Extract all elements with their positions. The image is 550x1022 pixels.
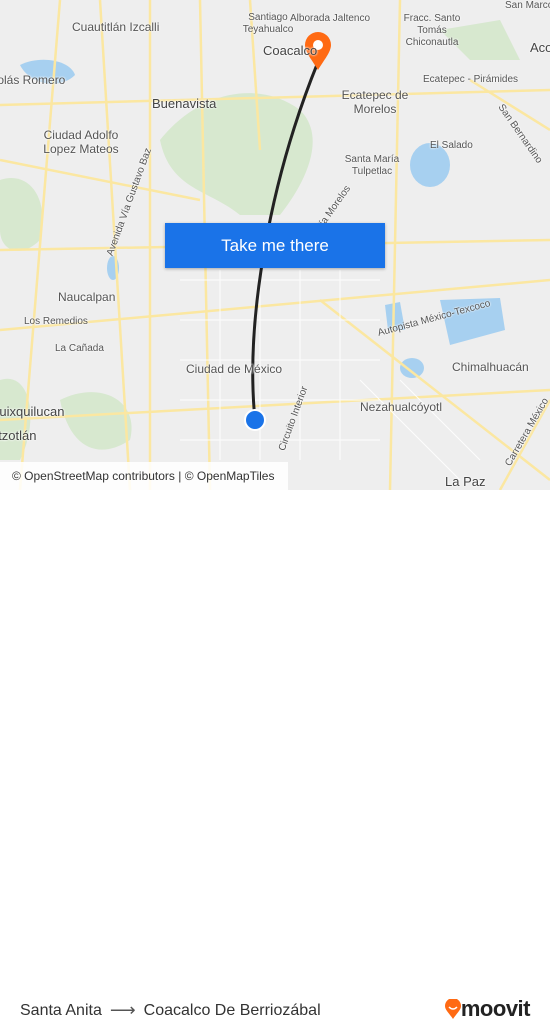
footer: Santa Anita ⟶ Coacalco De Berriozábal mo…	[0, 490, 550, 1021]
map-place-label: Fracc. Santo Tomás Chiconautla	[403, 13, 461, 48]
moovit-logo[interactable]: moovit	[444, 996, 531, 1022]
map-place-label: Ecatepec de Morelos	[341, 88, 409, 117]
destination-name: Coacalco De Berriozábal	[143, 1001, 321, 1019]
map-place-label: Los Remedios	[24, 316, 88, 327]
map-place-label: Alborada Jaltenco	[290, 13, 371, 24]
origin-marker	[244, 409, 266, 431]
map-place-label: Chimalhuacán	[452, 360, 529, 374]
map-place-label: Coacalco	[263, 43, 318, 58]
map-place-label: Nicolás Romero	[0, 73, 66, 87]
map-place-label: El Salado	[430, 140, 473, 151]
map-place-label: Nezahualcóyotl	[360, 400, 443, 414]
origin-name: Santa Anita	[20, 1001, 102, 1019]
map-place-label: Tepotzotlán	[0, 428, 37, 443]
moovit-pin-icon	[444, 999, 461, 1019]
map-place-label: Naucalpan	[58, 290, 116, 304]
map-place-label: Cuautitlán Izcalli	[72, 20, 160, 34]
map[interactable]: Cuautitlán Izcalli Santiago Teyahualco Alb…	[0, 0, 550, 490]
map-place-label: La Cañada	[55, 343, 104, 354]
map-place-label: Huixquilucan	[0, 404, 65, 419]
map-place-label: Buenavista	[152, 96, 217, 111]
map-place-label: Ciudad Adolfo Lopez Mateos	[43, 128, 119, 157]
map-place-label: Santa María Tulpetlac	[344, 154, 400, 177]
map-place-label: San Marcos Nepantla	[505, 0, 550, 11]
take-me-there-button[interactable]: Take me there	[165, 223, 385, 268]
route-summary: Santa Anita ⟶ Coacalco De Berriozábal	[20, 1000, 321, 1021]
map-place-label: Ecatepec - Pirámides	[423, 74, 519, 85]
map-attribution[interactable]: © OpenStreetMap contributors | © OpenMap…	[0, 462, 288, 490]
map-place-label: Acolman	[530, 40, 550, 55]
arrow-right-icon: ⟶	[109, 1000, 136, 1020]
map-place-label: Ciudad de México	[186, 362, 283, 376]
map-place-label: La Paz	[445, 474, 486, 489]
